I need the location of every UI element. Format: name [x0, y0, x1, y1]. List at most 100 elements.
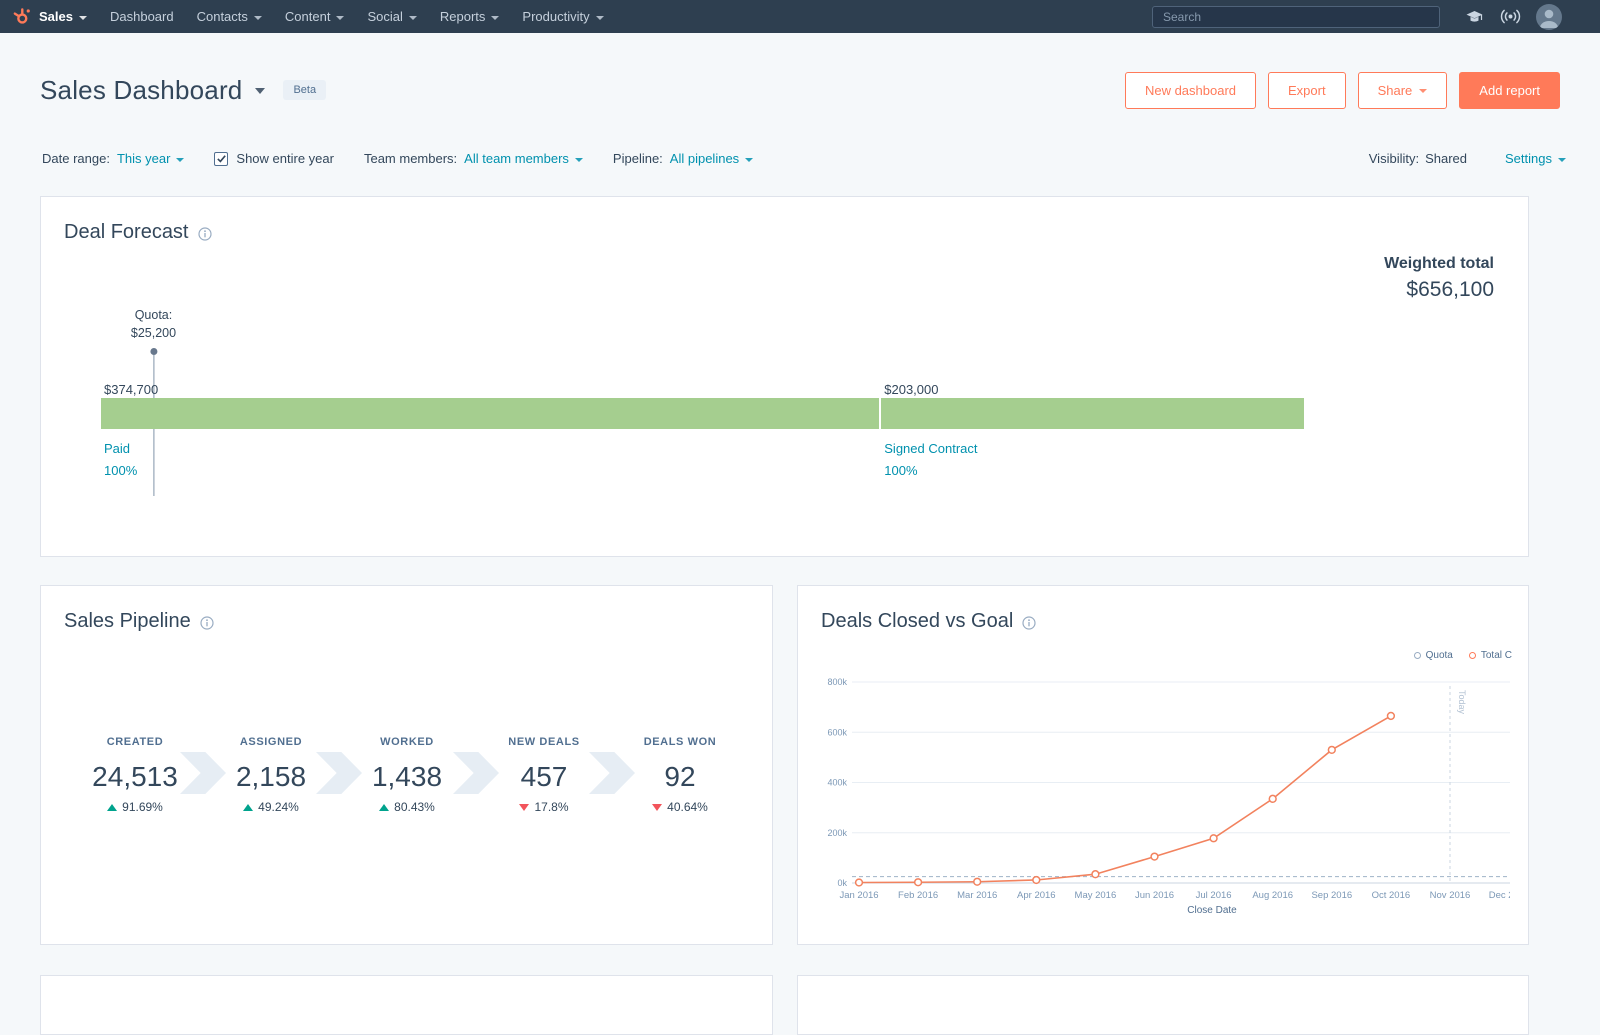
pipeline-stage[interactable]: NEW DEALS 457 17.8%: [478, 736, 610, 814]
forecast-segment-signed-contract[interactable]: [881, 398, 1304, 429]
trend-arrow-icon: [379, 803, 390, 811]
add-report-button[interactable]: Add report: [1459, 71, 1560, 109]
weighted-total: Weighted total $656,100: [1384, 255, 1494, 302]
chevron-down-icon: [253, 15, 262, 20]
pipeline-select[interactable]: All pipelines: [670, 151, 754, 166]
svg-text:200k: 200k: [827, 828, 847, 838]
show-entire-year-checkbox[interactable]: [214, 151, 229, 166]
nav-social[interactable]: Social: [367, 9, 417, 24]
nav-contacts[interactable]: Contacts: [197, 9, 262, 24]
chevron-down-icon: [491, 15, 500, 20]
deals-closed-card: Deals Closed vs Goal Quota Total C 0k 200…: [797, 585, 1529, 945]
segment-amount: $374,700: [104, 382, 159, 397]
svg-text:Jan 2016: Jan 2016: [839, 890, 878, 901]
chevron-down-icon: [176, 157, 185, 162]
quota-legend-marker-icon: [1413, 652, 1421, 659]
sales-pipeline-card: Sales Pipeline CREATED 24,513 91.69% ASS…: [40, 585, 773, 945]
forecast-segment-paid[interactable]: [101, 398, 882, 429]
visibility-value: Shared: [1425, 151, 1468, 166]
new-dashboard-button[interactable]: New dashboard: [1124, 71, 1257, 109]
trend-arrow-icon: [243, 803, 254, 811]
pipeline-stage[interactable]: CREATED 24,513 91.69%: [69, 736, 201, 814]
svg-text:Apr 2016: Apr 2016: [1017, 890, 1056, 901]
svg-text:Today: Today: [1457, 690, 1467, 715]
beta-badge: Beta: [283, 80, 327, 100]
chevron-down-icon: [1419, 89, 1428, 93]
svg-text:Aug 2016: Aug 2016: [1252, 890, 1293, 901]
nav-reports[interactable]: Reports: [440, 9, 500, 24]
page-header: Sales Dashboard Beta New dashboard Expor…: [40, 68, 1560, 112]
weighted-total-value: $656,100: [1406, 278, 1494, 301]
stage-name[interactable]: Paid: [104, 438, 137, 460]
nav-sales-label: Sales: [39, 9, 73, 24]
nav-dashboard[interactable]: Dashboard: [110, 9, 174, 24]
segment-stage: Paid 100%: [101, 438, 137, 482]
trend-arrow-icon: [107, 803, 118, 811]
partial-card: [40, 975, 773, 1035]
legend-quota[interactable]: Quota: [1413, 650, 1453, 661]
info-icon[interactable]: [200, 616, 214, 630]
broadcast-icon[interactable]: [1499, 8, 1522, 25]
nav-productivity[interactable]: Productivity: [522, 9, 604, 24]
check-icon: [217, 155, 226, 163]
team-members-label: Team members:: [363, 151, 458, 166]
sales-pipeline-title: Sales Pipeline: [64, 610, 191, 632]
svg-text:Nov 2016: Nov 2016: [1430, 890, 1471, 901]
filter-bar: Date range: This year Show entire year T…: [42, 151, 1566, 166]
legend-total-closed[interactable]: Total C: [1468, 650, 1512, 661]
dashboard-switcher-chevron-icon[interactable]: [255, 88, 266, 94]
info-icon[interactable]: [197, 227, 212, 241]
deal-forecast-title: Deal Forecast: [64, 221, 189, 243]
svg-text:Sep 2016: Sep 2016: [1311, 890, 1352, 901]
svg-text:600k: 600k: [827, 727, 847, 737]
partial-card: [797, 975, 1529, 1035]
academy-graduation-cap-icon[interactable]: [1464, 8, 1485, 26]
team-members-select[interactable]: All team members: [464, 151, 583, 166]
pipeline-funnel: CREATED 24,513 91.69% ASSIGNED 2,158 49.…: [65, 736, 748, 846]
chevron-down-icon: [336, 15, 345, 20]
user-avatar[interactable]: [1536, 3, 1562, 30]
weighted-total-label: Weighted total: [1384, 255, 1494, 272]
quota-value: $25,200: [130, 326, 177, 340]
chevron-down-icon: [78, 15, 87, 20]
svg-text:Oct 2016: Oct 2016: [1372, 890, 1411, 901]
chevron-down-icon: [408, 15, 417, 20]
page-title: Sales Dashboard: [40, 74, 243, 105]
deals-closed-title: Deals Closed vs Goal: [821, 610, 1014, 632]
svg-text:800k: 800k: [827, 677, 847, 687]
total-closed-legend-marker-icon: [1468, 652, 1476, 659]
pipeline-label: Pipeline:: [612, 151, 663, 166]
chevron-down-icon: [574, 157, 583, 162]
svg-text:Feb 2016: Feb 2016: [898, 890, 938, 901]
svg-text:Jul 2016: Jul 2016: [1196, 890, 1232, 901]
share-button[interactable]: Share: [1357, 71, 1448, 109]
pipeline-stage[interactable]: WORKED 1,438 80.43%: [341, 736, 473, 814]
date-range-select[interactable]: This year: [117, 151, 185, 166]
svg-text:0k: 0k: [837, 878, 847, 888]
deals-closed-chart: 0k 200k 400k 600k 800k Jan 2016 Feb 2016 Mar 20…: [827, 677, 1510, 916]
segment-stage: Signed Contract 100%: [881, 438, 977, 482]
hubspot-sprocket-logo[interactable]: [12, 7, 31, 26]
trend-arrow-icon: [652, 803, 663, 811]
svg-text:May 2016: May 2016: [1075, 890, 1117, 901]
export-button[interactable]: Export: [1268, 71, 1346, 109]
deal-forecast-chart: Quota: $25,200 $374,700 $203,000 Paid 10…: [101, 308, 1304, 512]
settings-menu[interactable]: Settings: [1505, 151, 1566, 166]
stage-probability: 100%: [104, 463, 138, 478]
stage-probability: 100%: [884, 463, 918, 478]
chevron-down-icon: [595, 15, 604, 20]
pipeline-stage[interactable]: DEALS WON 92 40.64%: [614, 736, 746, 814]
svg-text:Dec 2016: Dec 2016: [1489, 890, 1510, 901]
chart-legend: Quota Total C: [1413, 650, 1512, 661]
visibility-label: Visibility:: [1368, 151, 1420, 166]
info-icon[interactable]: [1022, 616, 1036, 630]
chevron-down-icon: [1558, 157, 1566, 162]
search-input[interactable]: [1152, 5, 1440, 28]
pipeline-stage[interactable]: ASSIGNED 2,158 49.24%: [205, 736, 337, 814]
trend-arrow-icon: [519, 803, 530, 811]
svg-text:Mar 2016: Mar 2016: [957, 890, 997, 901]
show-entire-year-label: Show entire year: [236, 151, 334, 166]
nav-sales-menu[interactable]: Sales: [39, 9, 87, 24]
nav-content[interactable]: Content: [285, 9, 345, 24]
stage-name[interactable]: Signed Contract: [884, 438, 977, 460]
